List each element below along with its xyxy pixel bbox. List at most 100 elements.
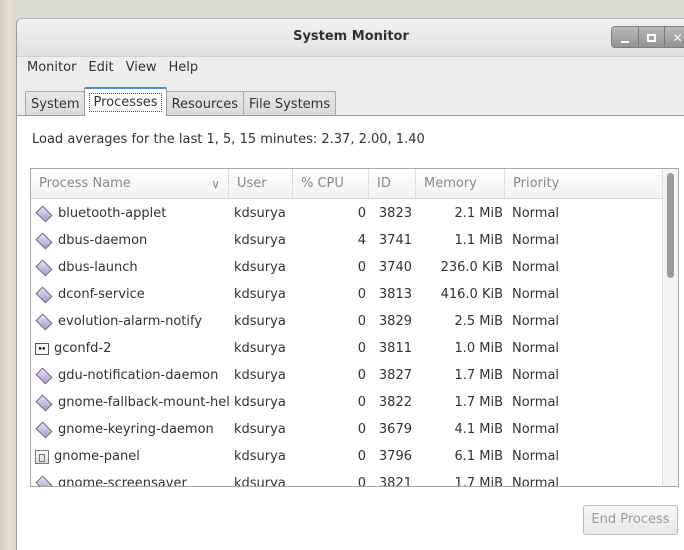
process-name: gconfd-2: [54, 341, 112, 356]
process-cpu: 0: [357, 395, 366, 410]
menu-view[interactable]: View: [120, 58, 163, 78]
process-memory: 2.5 MiB: [454, 314, 503, 329]
process-priority: Normal: [512, 314, 560, 329]
table-header: Process Name ∨ User % CPU ID Memory Prio…: [31, 169, 663, 199]
table-row[interactable]: dbus-daemon kdsurya 4 3741 1.1 MiB Normal: [31, 227, 663, 254]
table-row[interactable]: evolution-alarm-notify kdsurya 0 3829 2.5 Mi…: [31, 308, 663, 335]
process-name-cell: gnome-keyring-daemon: [35, 416, 229, 443]
diamond-process-icon: [35, 286, 53, 303]
process-memory: 1.7 MiB: [454, 368, 503, 383]
process-priority: Normal: [512, 260, 560, 275]
process-cpu: 0: [357, 368, 366, 383]
process-id: 3823: [378, 206, 412, 221]
load-averages-label: Load averages for the last 1, 5, 15 minu…: [32, 132, 425, 147]
process-id: 3679: [378, 422, 412, 437]
tab-label: Processes: [89, 93, 162, 112]
end-process-button[interactable]: End Process: [583, 505, 678, 535]
process-name: bluetooth-applet: [58, 206, 167, 221]
process-memory: 4.1 MiB: [454, 422, 503, 437]
process-name-cell: gdu-notification-daemon: [35, 362, 229, 389]
maximize-button[interactable]: [638, 27, 664, 47]
diamond-process-icon: [35, 367, 53, 384]
process-user: kdsurya: [234, 341, 286, 356]
table-row[interactable]: dconf-service kdsurya 0 3813 416.0 KiB Normal: [31, 281, 663, 308]
table-row[interactable]: ▪▪ gconfd-2 kdsurya 0 3811 1.0 MiB Normal: [31, 335, 663, 362]
process-user: kdsurya: [234, 368, 286, 383]
diamond-process-icon: [35, 259, 53, 276]
diamond-process-icon: [35, 313, 53, 330]
table-row[interactable]: gnome-panel kdsurya 0 3796 6.1 MiB Normal: [31, 443, 663, 470]
diamond-process-icon: [35, 475, 53, 486]
table-row[interactable]: bluetooth-applet kdsurya 0 3823 2.1 MiB Norma…: [31, 200, 663, 227]
menu-edit[interactable]: Edit: [82, 58, 119, 78]
process-memory: 416.0 KiB: [440, 287, 503, 302]
process-id: 3740: [378, 260, 412, 275]
process-name-cell: dbus-daemon: [35, 227, 229, 254]
tab-resources[interactable]: Resources: [165, 91, 244, 116]
process-name: dconf-service: [58, 287, 145, 302]
process-priority: Normal: [512, 368, 560, 383]
menu-monitor[interactable]: Monitor: [21, 58, 82, 78]
table-row[interactable]: gnome-keyring-daemon kdsurya 0 3679 4.1 MiB N…: [31, 416, 663, 443]
tab-system[interactable]: System: [25, 91, 86, 116]
process-id: 3811: [378, 341, 412, 356]
process-name-cell: gnome-panel: [35, 443, 229, 470]
process-cpu: 0: [357, 314, 366, 329]
process-name: gnome-fallback-mount-hel: [58, 395, 229, 410]
table-row[interactable]: dbus-launch kdsurya 0 3740 236.0 KiB Normal: [31, 254, 663, 281]
process-user: kdsurya: [234, 260, 286, 275]
tab-strip: System Processes Resources File Systems: [25, 87, 337, 116]
process-user: kdsurya: [234, 314, 286, 329]
column-header-memory[interactable]: Memory: [416, 169, 505, 199]
process-cpu: 0: [357, 476, 366, 487]
process-priority: Normal: [512, 287, 560, 302]
process-id: 3796: [378, 449, 412, 464]
process-user: kdsurya: [234, 476, 286, 487]
table-row[interactable]: gdu-notification-daemon kdsurya 0 3827 1.7 M…: [31, 362, 663, 389]
scrollbar-thumb[interactable]: [667, 173, 674, 278]
column-header-cpu[interactable]: % CPU: [293, 169, 369, 199]
column-header-process-name[interactable]: Process Name ∨: [31, 169, 229, 199]
diamond-process-icon: [35, 205, 53, 222]
sort-descending-icon: ∨: [211, 177, 220, 191]
process-id: 3821: [378, 476, 412, 487]
process-user: kdsurya: [234, 287, 286, 302]
tab-file-systems[interactable]: File Systems: [242, 91, 337, 116]
minimize-icon: [621, 41, 629, 43]
close-button[interactable]: ✕: [664, 27, 684, 47]
process-memory: 2.1 MiB: [454, 206, 503, 221]
process-name: dbus-daemon: [58, 233, 148, 248]
processes-panel: Load averages for the last 1, 5, 15 minu…: [17, 115, 684, 550]
column-header-label: Process Name: [39, 176, 131, 191]
process-name: gnome-panel: [54, 449, 140, 464]
minimize-button[interactable]: [612, 27, 638, 47]
process-name: dbus-launch: [58, 260, 138, 275]
process-user: kdsurya: [234, 422, 286, 437]
process-name-cell: dconf-service: [35, 281, 229, 308]
process-name-cell: gnome-screensaver: [35, 470, 229, 486]
close-icon: ✕: [672, 31, 683, 45]
process-memory: 1.1 MiB: [454, 233, 503, 248]
menu-help[interactable]: Help: [162, 58, 204, 78]
window-controls: ✕: [611, 26, 684, 48]
process-priority: Normal: [512, 476, 560, 487]
table-row[interactable]: gnome-screensaver kdsurya 0 3821 1.7 MiB Norm…: [31, 470, 663, 487]
process-cpu: 0: [357, 206, 366, 221]
process-id: 3829: [378, 314, 412, 329]
tab-label: System: [31, 96, 80, 112]
column-header-user[interactable]: User: [229, 169, 293, 199]
column-header-id[interactable]: ID: [369, 169, 416, 199]
table-row[interactable]: gnome-fallback-mount-hel kdsurya 0 3822 1.7 …: [31, 389, 663, 416]
tab-processes[interactable]: Processes: [84, 87, 167, 116]
title-bar[interactable]: System Monitor ✕: [17, 19, 684, 57]
process-name-cell: ▪▪ gconfd-2: [35, 335, 229, 362]
desktop-background: [0, 0, 16, 550]
process-memory: 6.1 MiB: [454, 449, 503, 464]
vertical-scrollbar[interactable]: [662, 169, 678, 486]
process-cpu: 4: [357, 233, 366, 248]
process-priority: Normal: [512, 395, 560, 410]
maximize-icon: [647, 34, 656, 42]
column-header-priority[interactable]: Priority: [505, 169, 663, 199]
process-name-cell: gnome-fallback-mount-hel: [35, 389, 229, 416]
diamond-process-icon: [35, 232, 53, 249]
